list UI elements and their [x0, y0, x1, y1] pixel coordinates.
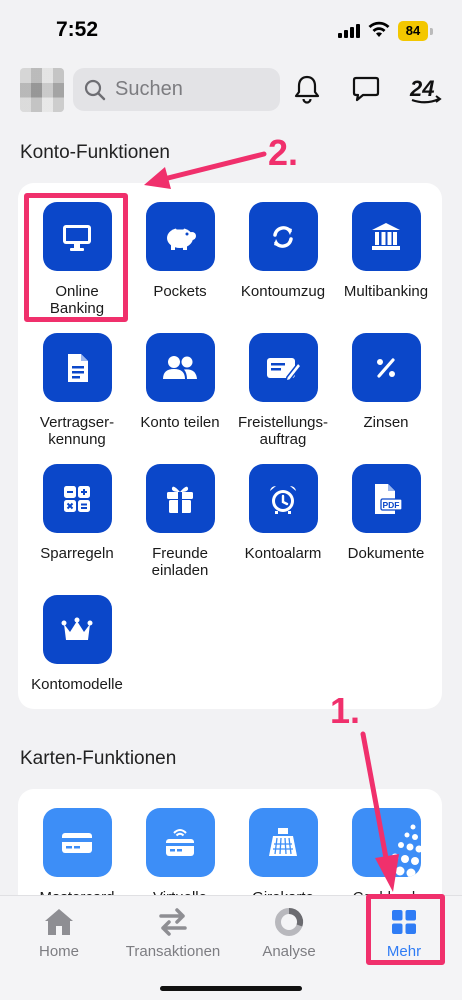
tile-pockets[interactable]: Pockets: [128, 202, 232, 300]
search-icon: [84, 79, 106, 100]
annotation-step-2: 2.: [268, 132, 299, 173]
tile-dokumente[interactable]: PDF Dokumente: [334, 464, 438, 562]
calculator-icon: [64, 485, 90, 512]
tile-kontoumzug[interactable]: Kontoumzug: [231, 202, 335, 300]
tile-vertragserkennung[interactable]: Vertragser- kennung: [25, 333, 129, 448]
tile-label: Multibanking: [343, 283, 429, 300]
annotation-arrow-1: [360, 731, 399, 892]
tile-label: Kontomodelle: [31, 676, 123, 693]
24-support-icon[interactable]: 24: [406, 72, 446, 106]
tile-label: Dokumente: [347, 545, 425, 562]
piggy-bank-icon: [167, 226, 196, 250]
bank-icon: [372, 222, 400, 250]
home-icon: [45, 909, 73, 935]
sync-icon: [273, 225, 293, 248]
battery-indicator: 84: [398, 21, 428, 41]
crown-icon: [61, 617, 93, 640]
battery-tip: [430, 28, 433, 35]
tile-freunde-einladen[interactable]: Freunde einladen: [128, 464, 232, 579]
annotation-step-1: 1.: [330, 690, 361, 731]
transfer-icon: [159, 908, 187, 936]
tab-label: Home: [38, 943, 79, 960]
annotation-arrow-2: [144, 151, 267, 189]
tile-girokarte[interactable]: Girokarte: [231, 808, 335, 906]
status-bar: 7:52 84: [0, 0, 462, 60]
section-title-karten: Karten-Funktionen: [20, 748, 177, 769]
highlight-online-banking: [24, 193, 128, 322]
tile-kontomodelle[interactable]: Kontomodelle: [25, 595, 129, 693]
tile-multibanking[interactable]: Multibanking: [334, 202, 438, 300]
avatar[interactable]: [20, 68, 64, 112]
girocard-icon: [269, 827, 297, 856]
gift-icon: [167, 486, 193, 513]
alarm-clock-icon: [270, 485, 296, 514]
chat-icon[interactable]: [349, 72, 383, 106]
tile-sparregeln[interactable]: Sparregeln: [25, 464, 129, 562]
tile-label: Vertragser- kennung: [39, 414, 115, 448]
users-icon: [163, 355, 197, 379]
tile-zinsen[interactable]: Zinsen: [334, 333, 438, 431]
home-indicator: [160, 986, 302, 991]
pdf-icon: PDF: [375, 483, 403, 514]
tile-label: Pockets: [153, 283, 207, 300]
tab-label: Transaktionen: [125, 943, 221, 960]
search-field[interactable]: Suchen: [73, 68, 280, 111]
tile-label: Freistellungs- auftrag: [237, 414, 329, 448]
signal-icon: [338, 24, 360, 38]
svg-text:PDF: PDF: [383, 500, 400, 510]
search-placeholder: Suchen: [115, 78, 183, 100]
tile-label: Kontoumzug: [240, 283, 326, 300]
wifi-icon: [368, 21, 390, 37]
bell-icon[interactable]: [290, 72, 324, 106]
document-icon: [68, 353, 88, 382]
svg-text:24: 24: [409, 76, 434, 101]
tile-label: Kontoalarm: [244, 545, 322, 562]
tile-label: Zinsen: [363, 414, 409, 431]
tile-kontoalarm[interactable]: Kontoalarm: [231, 464, 335, 562]
tile-label: Freunde einladen: [151, 545, 209, 579]
tile-label: Sparregeln: [40, 545, 114, 562]
virtual-card-icon: [166, 828, 194, 856]
tile-mastercard[interactable]: Mastercard: [25, 808, 129, 906]
status-time: 7:52: [56, 18, 99, 41]
donut-chart-icon: [275, 907, 304, 936]
tile-virtuelle[interactable]: Virtuelle: [128, 808, 232, 906]
tab-label: Analyse: [262, 943, 316, 960]
tile-konto-teilen[interactable]: Konto teilen: [128, 333, 232, 431]
tile-freistellungsauftrag[interactable]: Freistellungs- auftrag: [231, 333, 335, 448]
tab-home[interactable]: Home: [24, 904, 94, 960]
signature-icon: [267, 357, 303, 382]
highlight-mehr-tab: [366, 894, 445, 965]
percent-icon: [377, 357, 395, 378]
tab-analyse[interactable]: Analyse: [254, 904, 324, 960]
tile-label: Konto teilen: [140, 414, 220, 431]
card-icon: [62, 832, 92, 853]
tab-transaktionen[interactable]: Transaktionen: [118, 904, 228, 960]
